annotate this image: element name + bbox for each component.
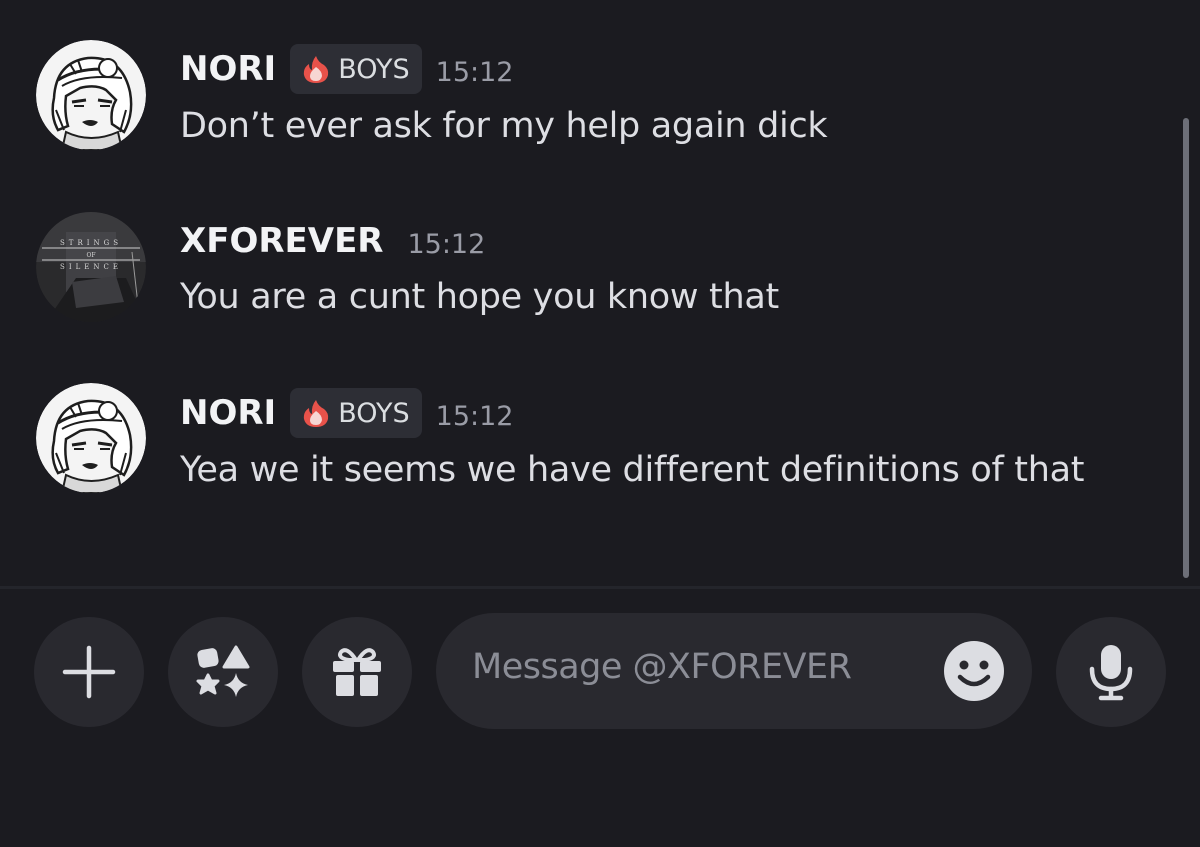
fire-badge-icon xyxy=(304,56,329,83)
message-input-placeholder: Message @XFOREVER xyxy=(472,647,852,687)
chat-screen: NORI BOYS 15:12 Don’t ever ask for my he… xyxy=(0,0,1200,847)
microphone-icon xyxy=(1089,645,1133,701)
server-tag[interactable]: BOYS xyxy=(290,44,422,94)
tag-label: BOYS xyxy=(338,397,410,429)
avatar-nori[interactable] xyxy=(36,383,146,493)
gift-icon xyxy=(333,648,381,696)
attach-button[interactable] xyxy=(34,617,144,727)
emoji-icon[interactable] xyxy=(944,641,1004,701)
tag-label: BOYS xyxy=(338,53,410,85)
apps-icon xyxy=(196,645,250,697)
username[interactable]: NORI xyxy=(180,393,276,433)
message-text: You are a cunt hope you know that xyxy=(180,277,779,317)
message-input[interactable]: Message @XFOREVER xyxy=(436,613,1032,729)
username[interactable]: NORI xyxy=(180,49,276,89)
message-text: Don’t ever ask for my help again dick xyxy=(180,106,828,146)
server-tag[interactable]: BOYS xyxy=(290,388,422,438)
apps-button[interactable] xyxy=(168,617,278,727)
composer-divider xyxy=(0,586,1200,589)
voice-button[interactable] xyxy=(1056,617,1166,727)
avatar-nori[interactable] xyxy=(36,40,146,150)
scrollbar[interactable] xyxy=(1183,118,1189,578)
timestamp: 15:12 xyxy=(435,400,514,432)
avatar-xforever[interactable]: STRINGS OF SILENCE xyxy=(36,212,146,322)
fire-badge-icon xyxy=(304,400,329,427)
svg-text:SILENCE: SILENCE xyxy=(60,263,122,271)
message-item[interactable]: NORI BOYS 15:12 Don’t ever ask for my he… xyxy=(0,0,1200,170)
svg-text:OF: OF xyxy=(86,252,95,259)
plus-icon xyxy=(62,645,116,699)
gift-button[interactable] xyxy=(302,617,412,727)
message-text: Yea we it seems we have different defini… xyxy=(180,450,1085,490)
message-item[interactable]: STRINGS OF SILENCE XFOREVER 15:12 You ar… xyxy=(0,170,1200,345)
timestamp: 15:12 xyxy=(407,228,486,260)
svg-text:STRINGS: STRINGS xyxy=(60,239,122,247)
username[interactable]: XFOREVER xyxy=(180,221,383,261)
timestamp: 15:12 xyxy=(435,56,514,88)
message-item[interactable]: NORI BOYS 15:12 Yea we it seems we have … xyxy=(0,345,1200,525)
